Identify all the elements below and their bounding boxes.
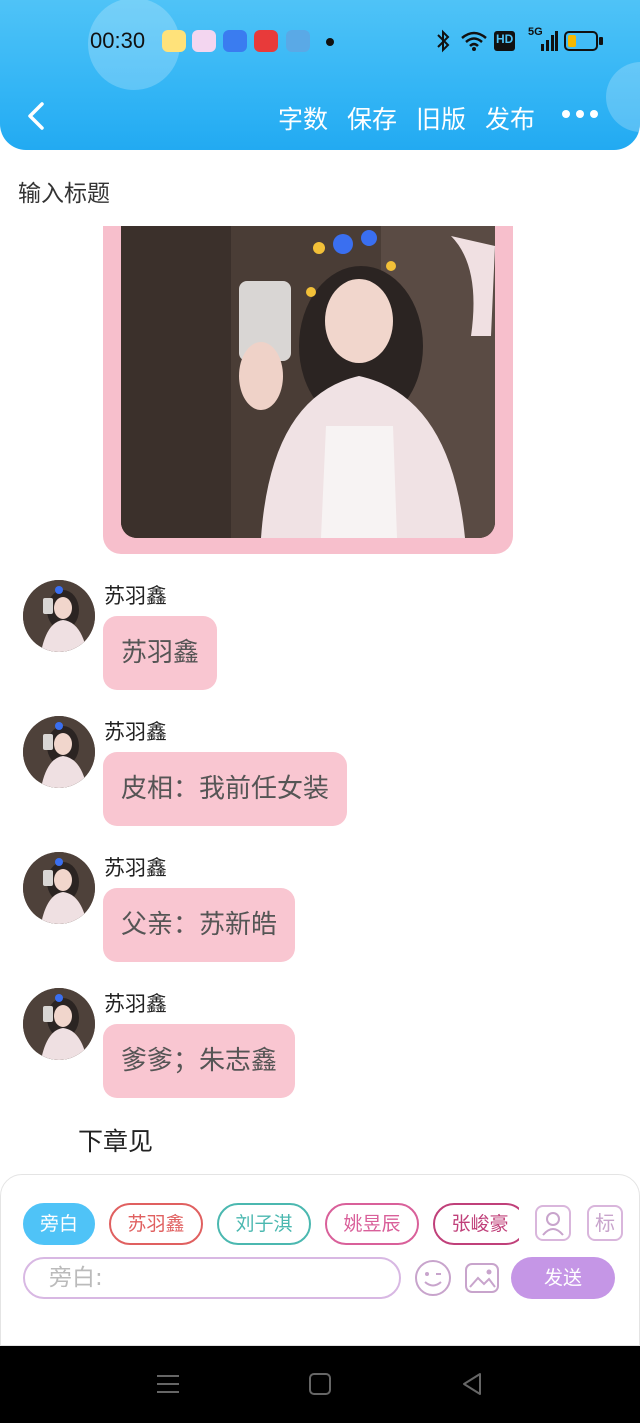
battery-icon [564,31,598,51]
save-button[interactable]: 保存 [347,100,397,136]
avatar [23,580,95,652]
cover-photo-illustration [121,226,495,538]
home-icon[interactable] [308,1372,332,1396]
message-input[interactable]: 旁白: [23,1257,401,1299]
send-button[interactable]: 发送 [511,1257,615,1299]
bluetooth-icon [437,29,450,53]
image-icon[interactable] [463,1259,501,1297]
notification-app-icon [254,30,278,52]
system-navigation-bar [0,1346,640,1423]
message-bubble[interactable]: 父亲：苏新皓 [103,888,296,962]
chip-character[interactable]: 张峻豪 [433,1203,519,1245]
message-item[interactable]: 苏羽鑫 苏羽鑫 [0,580,640,700]
chip-narration[interactable]: 旁白 [23,1203,95,1245]
more-notifications-dot [326,38,334,46]
mark-button[interactable]: 标 [587,1205,623,1241]
notification-app-icon [162,30,186,52]
status-time: 00:30 [90,28,146,53]
message-bubble[interactable]: 皮相：我前任女装 [103,752,348,826]
signal-icon [541,31,558,51]
wifi-icon [461,31,487,51]
chip-character[interactable]: 刘子淇 [217,1203,311,1245]
avatar [23,852,95,924]
character-manage-icon[interactable] [535,1205,571,1241]
emoji-icon[interactable] [414,1259,452,1297]
narration-text[interactable]: 下章见 [78,1122,153,1158]
avatar [23,716,95,788]
menu-icon[interactable] [156,1372,180,1396]
message-sender-name: 苏羽鑫 [104,720,167,744]
word-count-button[interactable]: 字数 [278,100,328,136]
input-panel: 旁白 苏羽鑫 刘子淇 姚昱辰 张峻豪 标 旁白: 发送 [0,1174,640,1346]
title-input[interactable]: 输入标题 [18,174,110,208]
old-version-button[interactable]: 旧版 [416,100,466,136]
more-icon[interactable] [560,110,600,122]
message-sender-name: 苏羽鑫 [104,584,167,608]
notification-app-icon [223,30,247,52]
character-chips: 旁白 苏羽鑫 刘子淇 姚昱辰 张峻豪 [23,1203,519,1247]
message-item[interactable]: 苏羽鑫 父亲：苏新皓 [0,852,640,972]
editor-toolbar: 字数 保存 旧版 发布 [0,90,640,140]
battery-tip [599,37,603,45]
header-bar: 00:30 HD 5G 字数 保存 旧版 发布 [0,0,640,150]
message-bubble[interactable]: 苏羽鑫 [103,616,218,690]
hd-indicator: HD [494,31,516,51]
notification-app-icon [286,30,310,52]
publish-button[interactable]: 发布 [485,100,535,136]
back-icon[interactable] [18,94,58,138]
status-bar: 00:30 HD 5G [0,22,640,62]
avatar [23,988,95,1060]
chip-character[interactable]: 姚昱辰 [325,1203,419,1245]
message-bubble[interactable]: 爹爹；朱志鑫 [103,1024,296,1098]
cover-image-frame[interactable] [103,226,513,554]
message-item[interactable]: 苏羽鑫 爹爹；朱志鑫 [0,988,640,1108]
notification-app-icon [192,30,216,52]
cover-photo [121,226,495,538]
message-item[interactable]: 苏羽鑫 皮相：我前任女装 [0,716,640,836]
message-sender-name: 苏羽鑫 [104,856,167,880]
back-nav-icon[interactable] [460,1372,484,1396]
message-sender-name: 苏羽鑫 [104,992,167,1016]
chip-character[interactable]: 苏羽鑫 [109,1203,203,1245]
